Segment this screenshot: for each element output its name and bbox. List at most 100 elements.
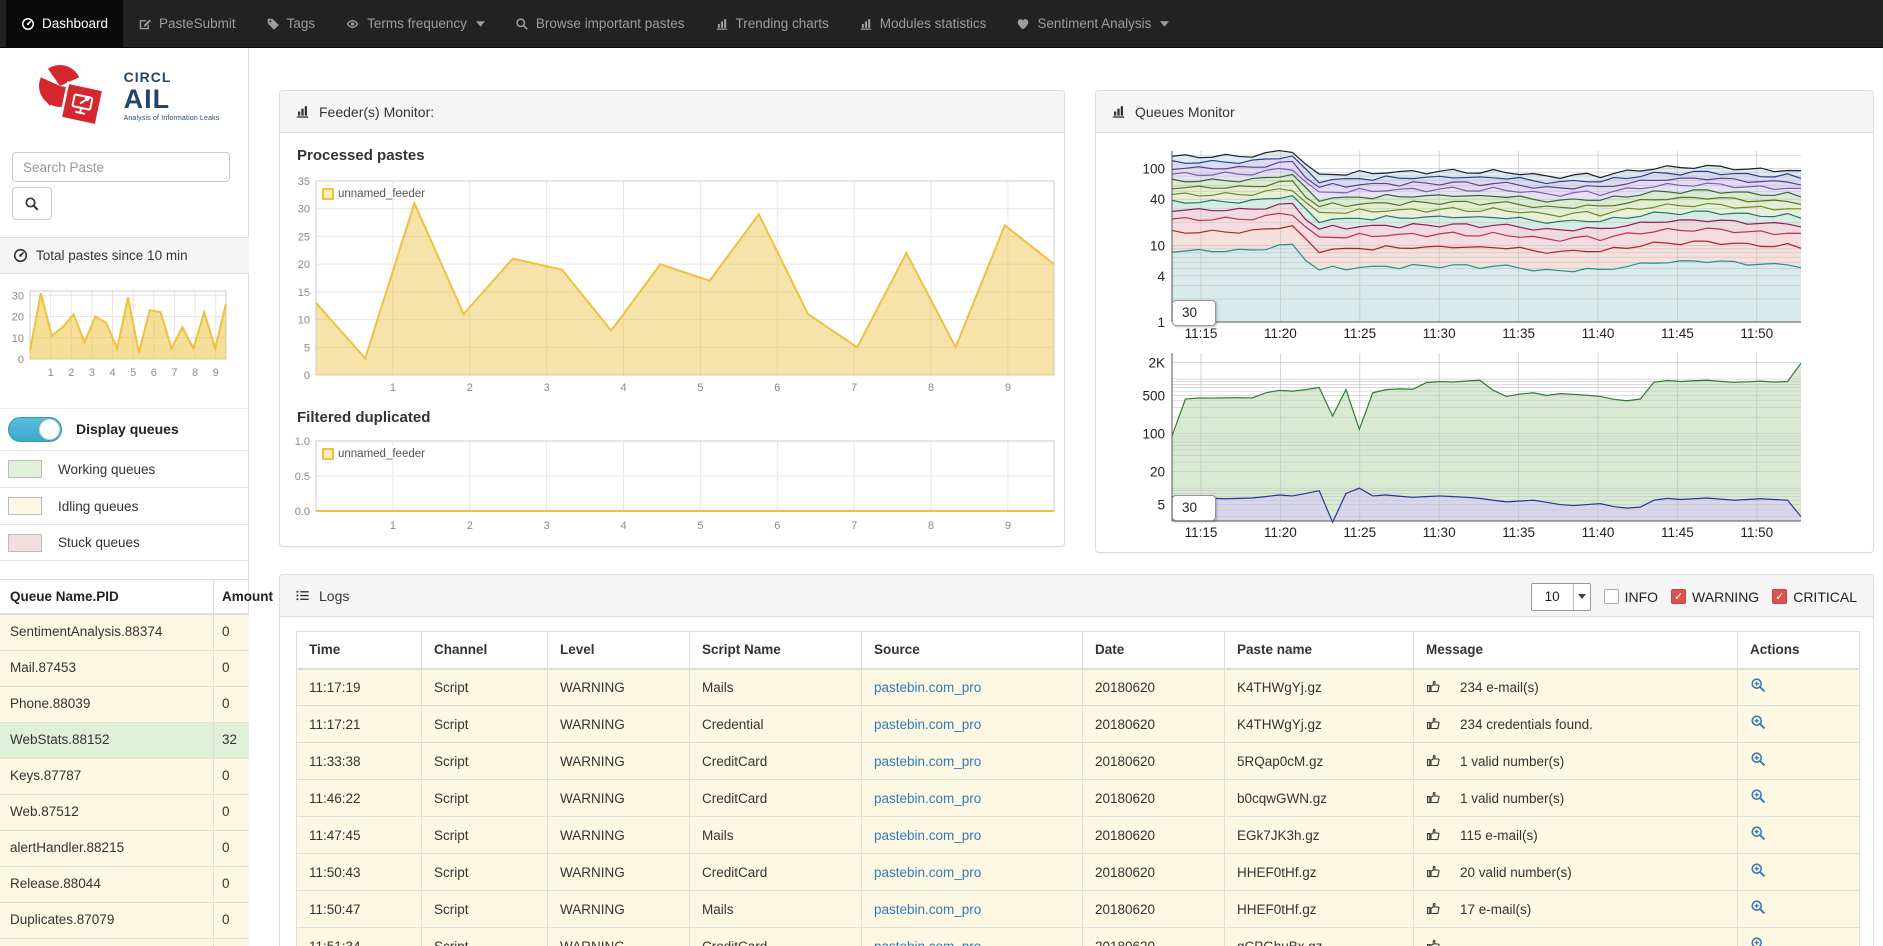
checkbox-icon[interactable] — [1604, 589, 1619, 604]
legend-stuck-queues: Stuck queues — [0, 524, 249, 561]
sidebar: CIRCL AIL Analysis of Information Leaks … — [0, 48, 249, 946]
queue-name: WebStats.88152 — [10, 732, 110, 747]
source-link[interactable]: pastebin.com_pro — [874, 680, 981, 695]
log-message: 20 valid number(s) — [1414, 854, 1738, 891]
source-link[interactable]: pastebin.com_pro — [874, 828, 981, 843]
svg-text:2K: 2K — [1148, 356, 1165, 371]
search-button[interactable] — [12, 187, 52, 220]
bar-chart-icon — [1111, 104, 1126, 119]
filter-critical[interactable]: ✓CRITICAL — [1772, 589, 1857, 605]
zoom-in-icon[interactable] — [1750, 862, 1767, 879]
nav-pastesubmit[interactable]: PasteSubmit — [123, 0, 251, 47]
svg-text:5: 5 — [304, 342, 310, 354]
thumbs-up-icon — [1426, 938, 1442, 946]
nav-tags[interactable]: Tags — [251, 0, 331, 47]
log-paste-name: gCPGhuBx.gz — [1225, 928, 1414, 946]
log-script: Mails — [690, 891, 862, 928]
queue-row: WebStats.8815232 — [0, 723, 249, 759]
page-size-select[interactable]: 10 — [1531, 583, 1591, 611]
log-script: Mails — [690, 669, 862, 706]
gauge-icon — [13, 248, 28, 263]
log-level: WARNING — [548, 780, 690, 817]
log-source: pastebin.com_pro — [862, 706, 1083, 743]
col-header-script-name: Script Name — [690, 632, 862, 669]
log-source: pastebin.com_pro — [862, 669, 1083, 706]
log-actions — [1738, 669, 1860, 706]
display-queues-toggle[interactable] — [8, 417, 62, 442]
log-message: 234 e-mail(s) — [1414, 669, 1738, 706]
svg-text:30: 30 — [12, 290, 24, 302]
queue-name: Duplicates.87079 — [10, 912, 114, 927]
zoom-in-icon[interactable] — [1750, 788, 1767, 805]
log-actions — [1738, 706, 1860, 743]
source-link[interactable]: pastebin.com_pro — [874, 791, 981, 806]
nav-terms-frequency[interactable]: Terms frequency — [330, 0, 500, 47]
log-date: 20180620 — [1083, 780, 1225, 817]
source-link[interactable]: pastebin.com_pro — [874, 865, 981, 880]
roll-period-input-bottom[interactable]: 30 — [1172, 495, 1216, 521]
log-row: 11:50:47ScriptWARNINGMailspastebin.com_p… — [297, 891, 1860, 928]
log-paste-name: 5RQap0cM.gz — [1225, 743, 1414, 780]
svg-text:11:50: 11:50 — [1740, 525, 1773, 540]
svg-text:2: 2 — [68, 367, 74, 379]
log-channel: Script — [422, 928, 548, 946]
queue-amount: 0 — [222, 804, 230, 819]
column-divider — [213, 831, 214, 866]
nav-dashboard[interactable]: Dashboard — [6, 0, 123, 47]
log-source: pastebin.com_pro — [862, 817, 1083, 854]
roll-period-input-top[interactable]: 30 — [1172, 300, 1216, 326]
nav-sentiment-analysis[interactable]: Sentiment Analysis — [1001, 0, 1184, 47]
log-paste-name: K4THWgYj.gz — [1225, 669, 1414, 706]
thumbs-up-icon — [1426, 716, 1442, 732]
filter-info[interactable]: INFO — [1604, 589, 1658, 605]
thumbs-up-icon — [1426, 827, 1442, 843]
queue-amount: 0 — [222, 768, 230, 783]
svg-text:500: 500 — [1142, 388, 1165, 403]
queue-name: SentimentAnalysis.88374 — [10, 624, 162, 639]
zoom-in-icon[interactable] — [1750, 825, 1767, 842]
log-message: 115 e-mail(s) — [1414, 817, 1738, 854]
svg-text:25: 25 — [298, 231, 310, 243]
checkbox-checked-icon[interactable]: ✓ — [1772, 589, 1787, 604]
nav-modules-statistics[interactable]: Modules statistics — [844, 0, 1002, 47]
column-divider — [213, 651, 214, 686]
source-link[interactable]: pastebin.com_pro — [874, 717, 981, 732]
queues-monitor-header: Queues Monitor — [1096, 91, 1873, 133]
queue-table-body: SentimentAnalysis.883740Mail.874530Phone… — [0, 615, 249, 946]
queue-row: Phone.880390 — [0, 687, 249, 723]
nav-browse-important-pastes[interactable]: Browse important pastes — [500, 0, 700, 47]
legend-idling-queues: Idling queues — [0, 487, 249, 524]
col-header-channel: Channel — [422, 632, 548, 669]
search-icon — [24, 196, 40, 212]
log-time: 11:47:45 — [297, 817, 422, 854]
source-link[interactable]: pastebin.com_pro — [874, 902, 981, 917]
caret-down-icon — [1160, 21, 1169, 27]
zoom-in-icon[interactable] — [1750, 899, 1767, 916]
zoom-in-icon[interactable] — [1750, 714, 1767, 731]
zoom-in-icon[interactable] — [1750, 677, 1767, 694]
svg-text:3: 3 — [89, 367, 95, 379]
ail-logo-icon — [30, 60, 116, 132]
filtered-duplicated-chart: 0.00.51.0123456789 — [288, 427, 1058, 543]
svg-text:1: 1 — [1157, 315, 1165, 330]
source-link[interactable]: pastebin.com_pro — [874, 939, 981, 946]
filter-warning[interactable]: ✓WARNING — [1671, 589, 1759, 605]
zoom-in-icon[interactable] — [1750, 936, 1767, 946]
eye-icon — [345, 17, 360, 31]
queue-row: Web.875120 — [0, 795, 249, 831]
column-divider — [213, 795, 214, 830]
thumbs-up-icon — [1426, 753, 1442, 769]
search-paste-input[interactable] — [12, 152, 230, 182]
svg-text:0: 0 — [18, 354, 24, 366]
svg-text:8: 8 — [928, 382, 934, 394]
zoom-in-icon[interactable] — [1750, 751, 1767, 768]
queue-row — [0, 939, 249, 946]
svg-text:1: 1 — [390, 382, 396, 394]
logo-text: CIRCL AIL Analysis of Information Leaks — [124, 70, 220, 123]
nav-trending-charts[interactable]: Trending charts — [700, 0, 844, 47]
legend-label: Stuck queues — [58, 535, 140, 550]
log-actions — [1738, 854, 1860, 891]
checkbox-checked-icon[interactable]: ✓ — [1671, 589, 1686, 604]
queue-name: Keys.87787 — [10, 768, 81, 783]
source-link[interactable]: pastebin.com_pro — [874, 754, 981, 769]
